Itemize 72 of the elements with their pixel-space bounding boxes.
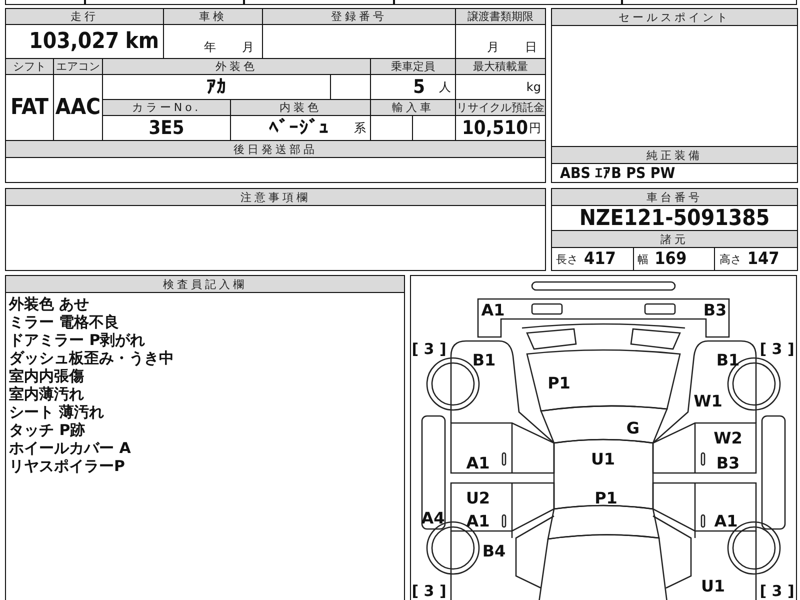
field-label: リサイクル預託金	[456, 100, 546, 116]
section-header: 純正装備	[552, 146, 797, 164]
dimension-value: 147	[747, 249, 780, 269]
field-label: 後日発送部品	[6, 141, 546, 158]
damage-code: P1	[548, 374, 570, 392]
field-label: 外装色	[103, 59, 371, 75]
inspector-note: ミラー 電格不良	[9, 313, 120, 331]
field-label: 登録番号	[263, 9, 456, 25]
damage-code: B4	[482, 542, 506, 560]
tire-rating: [ 3 ]	[760, 340, 794, 358]
dimension-label: 長さ	[556, 252, 578, 266]
damage-code: A1	[714, 512, 738, 530]
damage-code: G	[626, 418, 640, 438]
unit-label: 月	[242, 39, 254, 56]
section-header: 諸元	[552, 230, 797, 248]
dimension-value: 417	[584, 249, 616, 269]
section-header: 注意事項欄	[6, 189, 545, 206]
inspector-note: シート 薄汚れ	[9, 403, 106, 421]
inspector-note: 室内薄汚れ	[9, 385, 85, 403]
unit-label: 日	[525, 39, 537, 56]
field-value: 5	[413, 76, 425, 98]
damage-code: B1	[472, 350, 496, 370]
dimension-label: 幅	[638, 252, 649, 266]
chassis-number: NZE121-5091385	[578, 206, 771, 230]
unit-label: km	[125, 29, 159, 54]
equipment-list: ABS ｴｱB PS PW	[552, 164, 797, 182]
damage-code: U1	[700, 576, 726, 596]
tire-rating: [ 3 ]	[412, 340, 446, 358]
dimension-label: 高さ	[719, 252, 742, 266]
field-value: 10,510	[462, 117, 528, 139]
damage-code: B3	[716, 454, 740, 472]
damage-code: P1	[594, 488, 618, 508]
tire-rating: [ 3 ]	[760, 582, 794, 600]
tire-rating: [ 3 ]	[412, 582, 446, 600]
field-label: 譲渡書類期限	[456, 9, 546, 25]
unit-label: 円	[529, 120, 541, 136]
damage-code: A1	[481, 300, 505, 320]
inspector-note: リヤスポイラーP	[9, 457, 126, 475]
field-label: 内装色	[231, 100, 371, 116]
field-label: エアコン	[54, 59, 103, 75]
field-value: ﾍﾞｰｼﾞｭ	[269, 117, 329, 139]
damage-code: B1	[716, 350, 740, 370]
inspector-note: 外装色 あせ	[9, 295, 90, 313]
unit-label: kg	[526, 80, 541, 94]
damage-code: B3	[703, 300, 727, 320]
unit-label: 系	[354, 120, 366, 136]
section-header: 車台番号	[552, 189, 797, 206]
mileage-value: 103,027	[29, 29, 120, 54]
damage-code: W1	[694, 392, 722, 410]
field-label: 輸入車	[371, 100, 456, 116]
damage-code: A1	[466, 512, 490, 530]
field-label: カラーNo.	[103, 100, 231, 116]
field-label: 車検	[164, 9, 263, 25]
section-header: 検査員記入欄	[6, 276, 404, 293]
field-label: 走行	[6, 9, 164, 25]
field-label: シフト	[6, 59, 54, 75]
field-label: 最大積載量	[456, 59, 546, 75]
unit-label: 月	[487, 39, 499, 56]
damage-code: A1	[466, 454, 490, 472]
damage-code: U1	[590, 450, 616, 468]
unit-label: 年	[204, 39, 216, 56]
inspector-note: 室内内張傷	[9, 367, 85, 385]
inspector-note: ホイールカバー A	[9, 439, 132, 457]
damage-code: U2	[466, 488, 490, 508]
dimension-value: 169	[654, 249, 687, 269]
inspector-note: ダッシュ板歪み・うき中	[9, 349, 175, 367]
unit-label: 人	[439, 78, 451, 96]
section-header: セールスポイント	[552, 9, 797, 26]
damage-code: W2	[714, 428, 742, 448]
inspector-note: ドアミラー P剥がれ	[9, 331, 146, 349]
inspector-note: タッチ P跡	[9, 421, 86, 439]
field-label: 乗車定員	[371, 59, 456, 75]
